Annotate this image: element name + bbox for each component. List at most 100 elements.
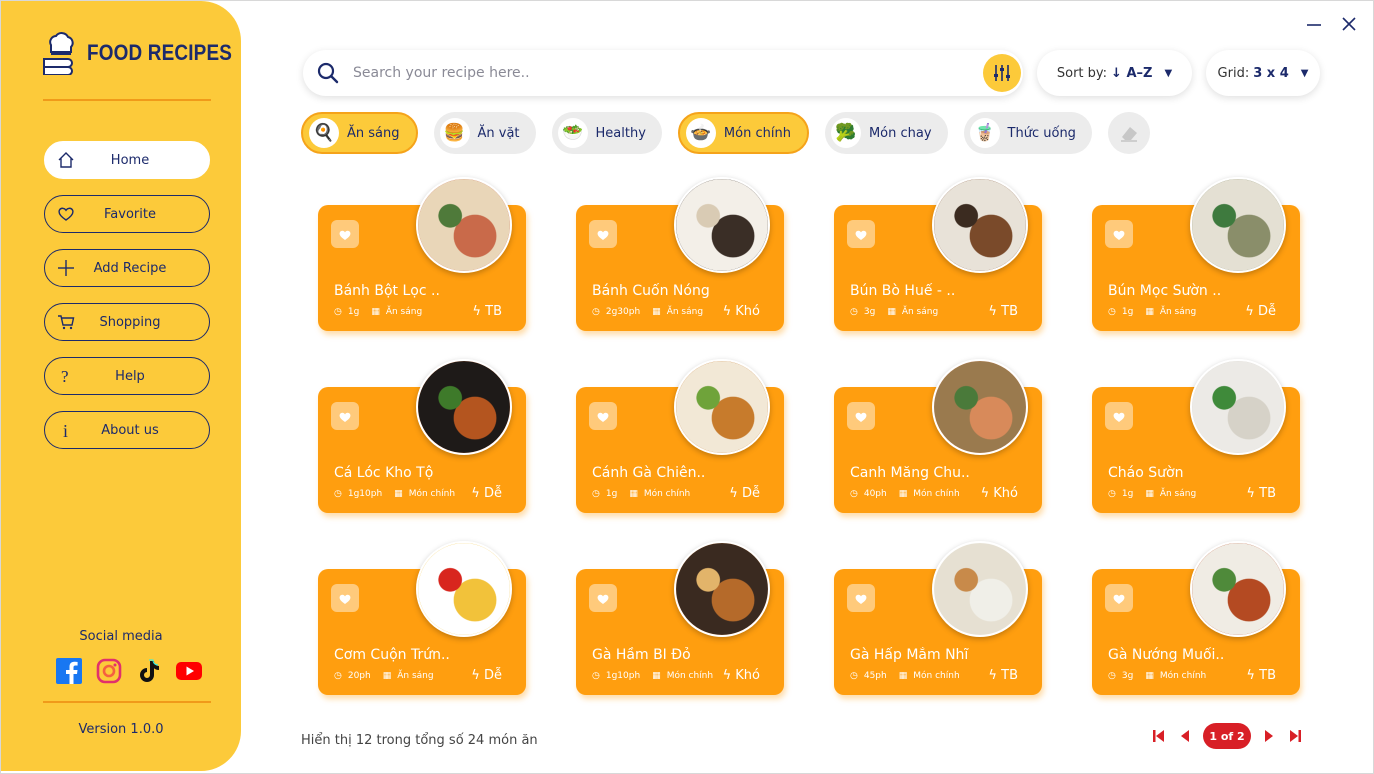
bolt-icon: ϟ — [980, 486, 990, 501]
recipe-difficulty: ϟ TB — [988, 304, 1018, 319]
category-label: Ăn sáng — [347, 125, 400, 141]
difficulty-label: Dễ — [483, 668, 502, 683]
favorite-toggle[interactable] — [589, 402, 617, 430]
sidebar-item-home[interactable]: Home — [44, 141, 210, 179]
recipe-card[interactable]: Cháo Sườn ◷ 1g ▦ Ăn sáng ϟ TB — [1092, 359, 1300, 513]
search-input[interactable] — [353, 58, 953, 88]
difficulty-label: Khó — [735, 668, 760, 683]
youtube-icon[interactable] — [176, 658, 202, 684]
next-page-icon[interactable] — [1261, 728, 1277, 744]
bolt-icon: ϟ — [722, 668, 732, 683]
category-chip-mon-chinh[interactable]: 🍲 Món chính — [677, 112, 809, 154]
recipe-card[interactable]: Cơm Cuộn Trứn.. ◷ 20ph ▦ Ăn sáng ϟ Dễ — [318, 541, 526, 695]
favorite-toggle[interactable] — [589, 584, 617, 612]
healthy-icon: 🥗 — [557, 118, 588, 148]
cart-icon — [58, 315, 75, 330]
recipe-card[interactable]: Gà Hấp Mắm Nhĩ ◷ 45ph ▦ Món chính ϟ TB — [834, 541, 1042, 695]
heart-icon — [597, 412, 609, 422]
last-page-icon[interactable] — [1287, 728, 1303, 744]
recipe-title: Cá Lóc Kho Tộ — [334, 465, 434, 481]
sidebar-item-favorite[interactable]: Favorite — [44, 195, 210, 233]
recipe-card[interactable]: Cá Lóc Kho Tộ ◷ 1g10ph ▦ Món chính ϟ Dễ — [318, 359, 526, 513]
favorite-toggle[interactable] — [847, 402, 875, 430]
recipe-difficulty: ϟ Khó — [723, 304, 760, 319]
category-label: Thức uống — [1007, 125, 1076, 141]
search-icon[interactable] — [317, 62, 339, 84]
grid-dropdown[interactable]: Grid: 3 x 4 ▼ — [1206, 50, 1320, 96]
filter-button[interactable] — [983, 54, 1021, 92]
recipe-card[interactable]: Bánh Bột Lọc .. ◷ 1g ▦ Ăn sáng ϟ TB — [318, 177, 526, 331]
category-label: Healthy — [595, 125, 646, 141]
sliders-icon — [994, 65, 1010, 81]
difficulty-label: Dễ — [1257, 304, 1276, 319]
category-icon: ▦ — [887, 307, 896, 317]
recipe-difficulty: ϟ Dễ — [471, 668, 502, 683]
brand[interactable]: FOOD RECIPES — [41, 31, 256, 75]
grid-label: Grid: — [1217, 65, 1250, 81]
recipe-category: Ăn sáng — [901, 307, 939, 317]
clock-icon: ◷ — [592, 671, 600, 681]
clock-icon: ◷ — [850, 307, 858, 317]
heart-icon — [1113, 412, 1125, 422]
recipe-meta: ◷ 1g10ph ▦ Món chính — [592, 671, 713, 681]
favorite-toggle[interactable] — [1105, 220, 1133, 248]
category-icon: ▦ — [1145, 671, 1154, 681]
recipe-card[interactable]: Bún Mọc Sườn .. ◷ 1g ▦ Ăn sáng ϟ Dễ — [1092, 177, 1300, 331]
first-page-icon[interactable] — [1151, 728, 1167, 744]
bolt-icon: ϟ — [471, 486, 480, 501]
facebook-icon[interactable] — [56, 658, 82, 684]
favorite-toggle[interactable] — [1105, 584, 1133, 612]
recipe-card[interactable]: Cánh Gà Chiên.. ◷ 1g ▦ Món chính ϟ Dễ — [576, 359, 784, 513]
favorite-toggle[interactable] — [589, 220, 617, 248]
category-icon: ▦ — [394, 489, 403, 499]
instagram-icon[interactable] — [96, 658, 122, 684]
sort-dropdown[interactable]: Sort by: ↓ A–Z ▼ — [1037, 50, 1192, 96]
recipe-photo — [932, 541, 1028, 637]
favorite-toggle[interactable] — [331, 220, 359, 248]
home-icon — [58, 152, 74, 168]
recipe-category: Món chính — [666, 671, 714, 681]
recipe-photo — [674, 177, 770, 273]
results-summary: Hiển thị 12 trong tổng số 24 món ăn — [301, 733, 538, 748]
minimize-icon[interactable] — [1305, 15, 1323, 33]
previous-page-icon[interactable] — [1177, 728, 1193, 744]
recipe-meta: ◷ 45ph ▦ Món chính — [850, 671, 960, 681]
category-chip-an-vat[interactable]: 🍔 Ăn vặt — [433, 112, 536, 154]
tiktok-icon[interactable] — [136, 658, 162, 684]
heart-icon — [1113, 230, 1125, 240]
favorite-toggle[interactable] — [331, 584, 359, 612]
category-icon: ▦ — [1145, 307, 1154, 317]
heart-icon — [1113, 594, 1125, 604]
recipe-photo — [416, 359, 512, 455]
favorite-toggle[interactable] — [331, 402, 359, 430]
recipe-title: Cơm Cuộn Trứn.. — [334, 647, 450, 663]
sidebar-item-about-us[interactable]: i About us — [44, 411, 210, 449]
category-chip-healthy[interactable]: 🥗 Healthy — [551, 112, 662, 154]
sidebar-item-add-recipe[interactable]: Add Recipe — [44, 249, 210, 287]
category-icon: ▦ — [1145, 489, 1154, 499]
category-chip-thuc-uong[interactable]: 🧋 Thức uống — [963, 112, 1092, 154]
favorite-toggle[interactable] — [847, 220, 875, 248]
difficulty-label: Khó — [735, 304, 760, 319]
clear-filter-button[interactable] — [1107, 112, 1150, 154]
sidebar-item-help[interactable]: ? Help — [44, 357, 210, 395]
heart-icon — [855, 594, 867, 604]
recipe-title: Cánh Gà Chiên.. — [592, 465, 706, 481]
close-icon[interactable] — [1340, 15, 1358, 33]
recipe-card[interactable]: Gà Hầm BI Đỏ ◷ 1g10ph ▦ Món chính ϟ Khó — [576, 541, 784, 695]
recipe-card[interactable]: Bánh Cuốn Nóng ◷ 2g30ph ▦ Ăn sáng ϟ Khó — [576, 177, 784, 331]
category-chip-mon-chay[interactable]: 🥦 Món chay — [824, 112, 948, 154]
recipe-photo — [416, 177, 512, 273]
category-chip-an-sang[interactable]: 🍳 Ăn sáng — [301, 112, 418, 154]
favorite-toggle[interactable] — [847, 584, 875, 612]
recipe-title: Bún Mọc Sườn .. — [1108, 283, 1222, 299]
sidebar-item-shopping[interactable]: Shopping — [44, 303, 210, 341]
favorite-toggle[interactable] — [1105, 402, 1133, 430]
pagination: 1 of 2 — [1151, 723, 1303, 749]
recipe-photo — [932, 177, 1028, 273]
recipe-card[interactable]: Bún Bò Huế - .. ◷ 3g ▦ Ăn sáng ϟ TB — [834, 177, 1042, 331]
svg-text:?: ? — [61, 367, 69, 385]
recipe-card[interactable]: Gà Nướng Muối.. ◷ 3g ▦ Món chính ϟ TB — [1092, 541, 1300, 695]
bolt-icon: ϟ — [988, 304, 997, 319]
recipe-card[interactable]: Canh Măng Chu.. ◷ 40ph ▦ Món chính ϟ Khó — [834, 359, 1042, 513]
